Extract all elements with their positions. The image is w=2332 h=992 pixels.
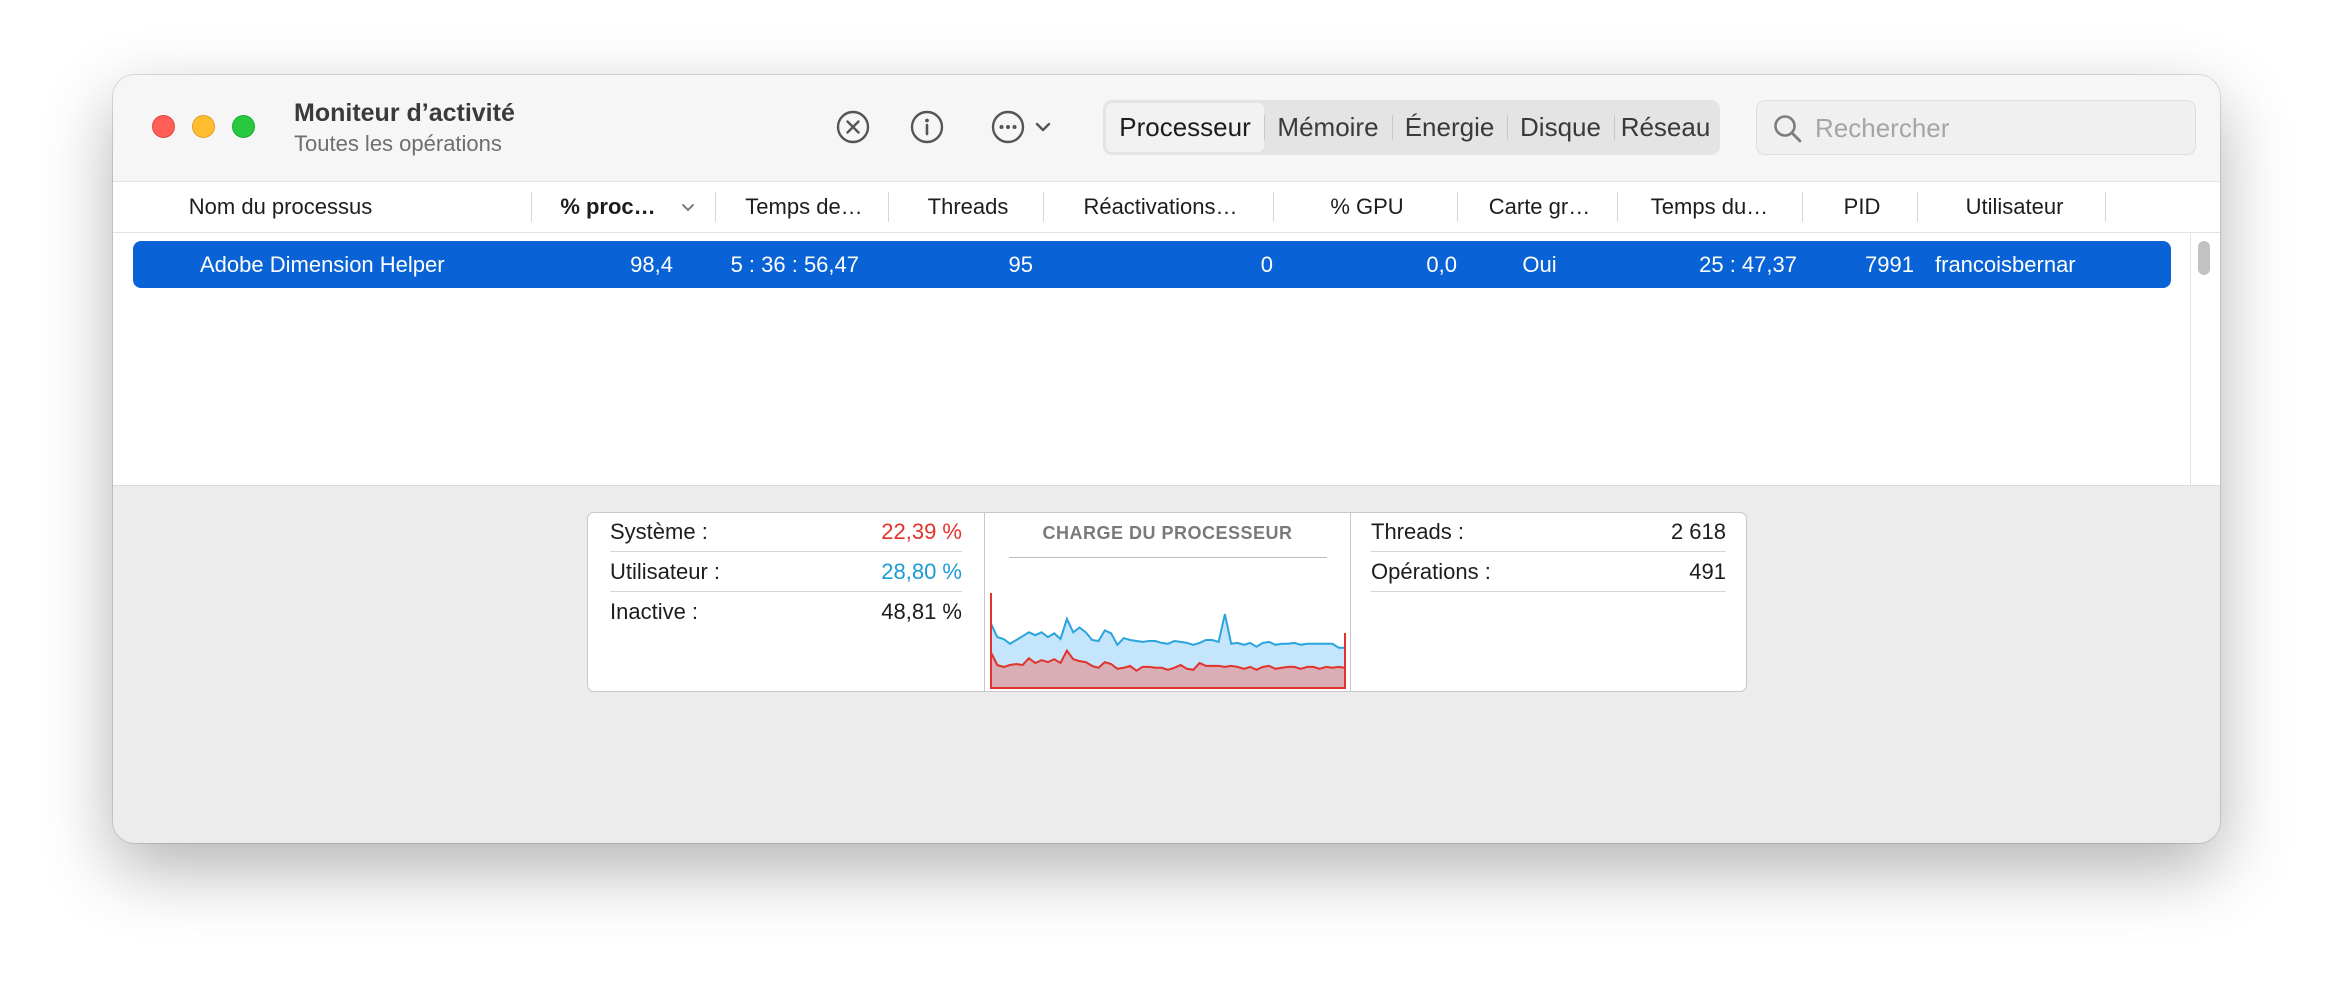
column-header-pid[interactable]: PID	[1807, 182, 1917, 232]
column-divider[interactable]	[1617, 192, 1618, 222]
tab-disque[interactable]: Disque	[1507, 103, 1614, 152]
zoom-window-button[interactable]	[232, 115, 255, 138]
table-row-selected[interactable]: Adobe Dimension Helper 98,4 5 : 36 : 56,…	[133, 241, 2171, 288]
column-divider[interactable]	[2105, 192, 2106, 222]
tab-memoire[interactable]: Mémoire	[1264, 103, 1392, 152]
stat-row-user: Utilisateur : 28,80 %	[610, 553, 962, 592]
stat-label-user: Utilisateur :	[610, 559, 721, 584]
cell-graphics-card: Oui	[1522, 252, 1557, 277]
table-header: Nom du processus % proc… Temps de… Threa…	[113, 181, 2220, 233]
stat-value-processes: 491	[1689, 559, 1726, 584]
cell-cpu-time: 5 : 36 : 56,47	[730, 252, 859, 277]
column-header-cpu[interactable]: % proc…	[538, 182, 678, 232]
column-divider[interactable]	[888, 192, 889, 222]
cpu-usage-stats: Système : 22,39 % Utilisateur : 28,80 % …	[588, 513, 984, 691]
column-header-user[interactable]: Utilisateur	[1922, 182, 2107, 232]
stat-value-user: 28,80 %	[881, 559, 962, 584]
stop-process-icon	[836, 110, 870, 144]
cpu-summary-panel: Système : 22,39 % Utilisateur : 28,80 % …	[113, 485, 2220, 843]
more-options-button[interactable]	[984, 105, 1060, 149]
cpu-load-graph	[990, 593, 1346, 689]
scrollbar-thumb[interactable]	[2198, 241, 2210, 275]
close-window-button[interactable]	[152, 115, 175, 138]
column-divider[interactable]	[1457, 192, 1458, 222]
cell-threads: 95	[1008, 252, 1033, 277]
search-input[interactable]	[1815, 109, 2175, 147]
cell-user: francoisbernar	[1935, 252, 2076, 277]
column-divider[interactable]	[1802, 192, 1803, 222]
thread-process-stats: Threads : 2 618 Opérations : 491	[1351, 513, 1746, 691]
view-tabs: Processeur Mémoire Énergie Disque Réseau	[1103, 100, 1720, 155]
cell-process-name: Adobe Dimension Helper	[200, 252, 445, 277]
chart-title: CHARGE DU PROCESSEUR	[1042, 523, 1293, 543]
stat-row-idle: Inactive : 48,81 %	[610, 593, 962, 632]
tab-energie[interactable]: Énergie	[1392, 103, 1507, 152]
stat-label-threads: Threads :	[1371, 519, 1464, 544]
stat-value-threads: 2 618	[1670, 519, 1726, 544]
stop-process-button[interactable]	[831, 105, 875, 149]
column-header-gpu[interactable]: % GPU	[1278, 182, 1456, 232]
column-header-process-name[interactable]: Nom du processus	[158, 182, 403, 232]
column-divider[interactable]	[715, 192, 716, 222]
minimize-window-button[interactable]	[192, 115, 215, 138]
chart-divider	[1009, 557, 1327, 558]
toolbar: Moniteur d’activité Toutes les opération…	[113, 75, 2220, 181]
search-icon	[1774, 115, 1802, 143]
stat-value-system: 22,39 %	[881, 519, 962, 544]
tab-processeur[interactable]: Processeur	[1106, 103, 1264, 152]
stat-label-idle: Inactive :	[610, 599, 699, 624]
sort-descending-icon	[682, 204, 694, 211]
window-subtitle[interactable]: Toutes les opérations	[294, 131, 502, 157]
cpu-stats-box: Système : 22,39 % Utilisateur : 28,80 % …	[587, 512, 1747, 692]
stat-value-idle: 48,81 %	[881, 599, 962, 624]
scrollbar-track[interactable]	[2190, 233, 2191, 485]
column-divider[interactable]	[1917, 192, 1918, 222]
chevron-down-icon	[1035, 122, 1051, 132]
stat-row-processes: Opérations : 491	[1371, 553, 1726, 592]
window-title: Moniteur d’activité	[294, 99, 515, 127]
cell-wakeups: 0	[1260, 252, 1273, 277]
stat-label-system: Système :	[610, 519, 708, 544]
column-divider[interactable]	[1273, 192, 1274, 222]
column-header-cpu-time[interactable]: Temps de…	[721, 182, 887, 232]
cpu-load-chart: CHARGE DU PROCESSEUR	[984, 513, 1351, 691]
column-header-wakeups[interactable]: Réactivations…	[1048, 182, 1273, 232]
more-options-icon	[991, 110, 1025, 144]
cell-gpu: 0,0	[1426, 252, 1457, 277]
column-divider[interactable]	[531, 192, 532, 222]
info-button[interactable]	[905, 105, 949, 149]
activity-monitor-window: Moniteur d’activité Toutes les opération…	[113, 75, 2220, 843]
tab-reseau[interactable]: Réseau	[1614, 103, 1717, 152]
column-header-gpu-time[interactable]: Temps du…	[1622, 182, 1797, 232]
cell-cpu: 98,4	[630, 252, 673, 277]
stat-row-threads: Threads : 2 618	[1371, 513, 1726, 552]
stat-row-system: Système : 22,39 %	[610, 513, 962, 552]
cell-pid: 7991	[1865, 252, 1914, 277]
column-header-graphics-card[interactable]: Carte gr…	[1462, 182, 1617, 232]
search-field[interactable]	[1756, 100, 2196, 155]
column-divider[interactable]	[1043, 192, 1044, 222]
column-header-threads[interactable]: Threads	[893, 182, 1043, 232]
stat-label-processes: Opérations :	[1371, 559, 1491, 584]
info-icon	[910, 110, 944, 144]
cell-gpu-time: 25 : 47,37	[1699, 252, 1797, 277]
process-table: Adobe Dimension Helper 98,4 5 : 36 : 56,…	[113, 233, 2220, 485]
